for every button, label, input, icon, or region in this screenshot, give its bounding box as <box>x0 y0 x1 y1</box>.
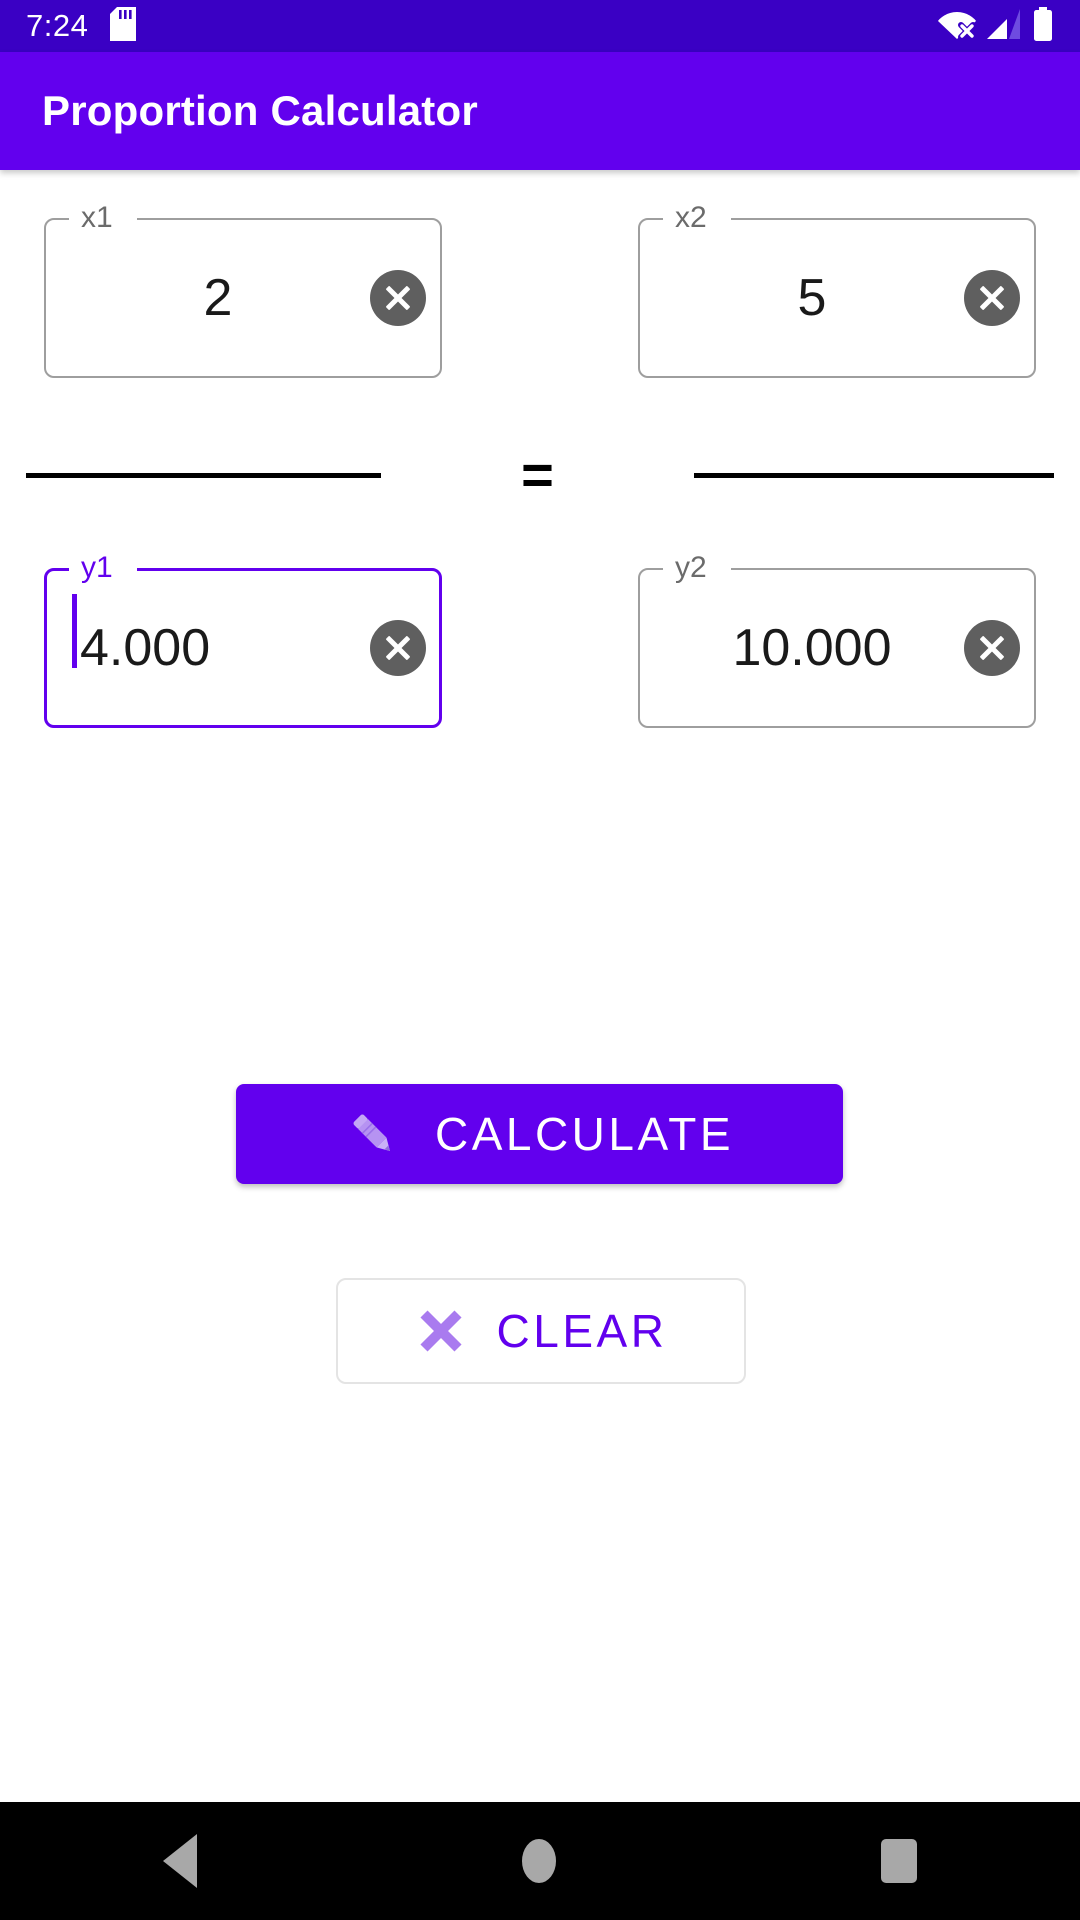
back-triangle-icon[interactable] <box>162 1834 197 1888</box>
fraction-row: = <box>0 440 1080 510</box>
fraction-bar-left <box>26 472 381 478</box>
y2-body: 10.000 <box>638 568 1036 728</box>
numerator-row: x1 2 x2 5 <box>0 201 1080 378</box>
sd-card-icon <box>110 6 137 46</box>
x-mark-icon <box>415 1305 467 1357</box>
input-field-y2[interactable]: y2 10.000 <box>638 551 1036 728</box>
input-label-x2: x2 <box>669 201 713 235</box>
navigation-bar <box>0 1802 1080 1920</box>
status-right-icons <box>938 0 1054 52</box>
input-value-y1[interactable]: 4.000 <box>72 594 364 677</box>
x1-body: 2 <box>44 218 442 378</box>
input-value-y2[interactable]: 10.000 <box>666 622 958 674</box>
wifi-off-icon <box>938 8 976 45</box>
recents-square-icon[interactable] <box>881 1839 918 1883</box>
input-value-y1-text: 4.000 <box>80 619 211 677</box>
clear-button-label: CLEAR <box>496 1305 668 1357</box>
x2-body: 5 <box>638 218 1036 378</box>
input-label-y2: y2 <box>669 551 713 585</box>
clear-circle-icon-y2[interactable] <box>964 620 1020 676</box>
input-field-x2[interactable]: x2 5 <box>638 201 1036 378</box>
status-clock: 7:24 <box>26 8 89 43</box>
pencil-icon <box>345 1106 401 1162</box>
denominator-row: y1 4.000 y2 10.000 <box>0 551 1080 728</box>
clear-circle-icon-x2[interactable] <box>964 270 1020 326</box>
input-label-y1: y1 <box>75 551 119 585</box>
calculate-button-label: CALCULATE <box>434 1108 735 1160</box>
y1-body: 4.000 <box>44 568 442 728</box>
battery-icon <box>1032 6 1054 46</box>
input-value-x2[interactable]: 5 <box>666 272 958 324</box>
input-label-x1: x1 <box>75 201 119 235</box>
status-bar: 7:24 <box>0 0 1080 52</box>
clear-circle-icon-y1[interactable] <box>370 620 426 676</box>
home-circle-icon[interactable] <box>521 1839 556 1883</box>
input-field-x1[interactable]: x1 2 <box>44 201 442 378</box>
cellular-signal-icon <box>987 8 1021 45</box>
fraction-bar-right <box>694 472 1054 478</box>
equals-sign: = <box>521 443 554 507</box>
clear-circle-icon-x1[interactable] <box>370 270 426 326</box>
main-content: x1 2 x2 5 = y1 4.000 y2 10.000 CALCULATE… <box>0 170 1080 1850</box>
text-caret <box>72 594 77 668</box>
calculate-button[interactable]: CALCULATE <box>236 1084 843 1184</box>
input-field-y1[interactable]: y1 4.000 <box>44 551 442 728</box>
app-bar: Proportion Calculator <box>0 52 1080 170</box>
clear-button[interactable]: CLEAR <box>336 1278 746 1384</box>
status-left-icons <box>110 6 137 46</box>
page-title: Proportion Calculator <box>42 87 478 134</box>
input-value-x1[interactable]: 2 <box>72 272 364 324</box>
